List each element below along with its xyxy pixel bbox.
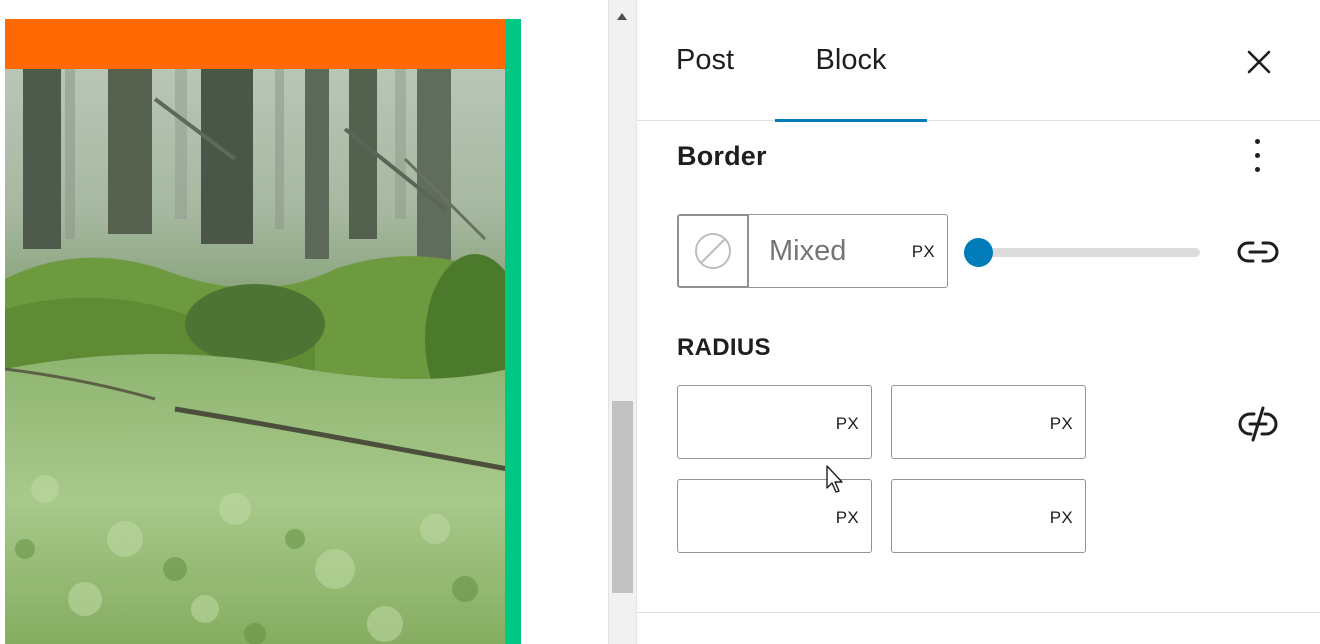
image-block[interactable] — [5, 19, 521, 644]
sidebar-tabs: Post Block — [637, 0, 1320, 122]
border-width-slider[interactable] — [964, 234, 1201, 270]
radius-bottom-right-input[interactable] — [892, 480, 1085, 552]
radius-top-right-input[interactable] — [892, 386, 1085, 458]
slider-track[interactable] — [964, 248, 1200, 257]
no-border-style-icon — [695, 233, 731, 269]
radius-top-left-input[interactable] — [678, 386, 871, 458]
border-control: PX — [677, 214, 948, 288]
link-sides-button[interactable] — [1235, 232, 1281, 272]
scroll-up-arrow-icon[interactable] — [617, 13, 627, 20]
unlink-radius-button[interactable] — [1235, 402, 1281, 446]
settings-sidebar: Post Block Border PX — [637, 0, 1320, 644]
tab-block[interactable]: Block — [775, 0, 927, 122]
link-icon — [1237, 241, 1279, 263]
radius-top-left-field: PX — [677, 385, 872, 459]
forest-image — [5, 69, 508, 644]
tab-post[interactable]: Post — [659, 0, 751, 121]
image-side-border — [505, 19, 521, 644]
border-style-button[interactable] — [678, 215, 749, 287]
panel-divider — [637, 612, 1320, 613]
sidebar-scrollbar[interactable] — [608, 0, 637, 644]
border-width-input[interactable] — [749, 215, 947, 287]
unlink-icon — [1238, 406, 1278, 442]
image-top-border — [5, 19, 521, 69]
radius-bottom-right-field: PX — [891, 479, 1086, 553]
editor-canvas — [0, 0, 608, 644]
radius-bottom-left-input[interactable] — [678, 480, 871, 552]
radius-top-right-field: PX — [891, 385, 1086, 459]
radius-bottom-left-field: PX — [677, 479, 872, 553]
close-settings-button[interactable] — [1237, 40, 1281, 84]
scroll-thumb[interactable] — [612, 401, 633, 593]
close-icon — [1247, 50, 1271, 74]
border-width-field: PX — [749, 215, 947, 287]
slider-thumb[interactable] — [964, 238, 993, 267]
radius-label: RADIUS — [677, 334, 771, 361]
panel-options-button[interactable] — [1242, 135, 1272, 175]
panel-title: Border — [677, 141, 767, 171]
